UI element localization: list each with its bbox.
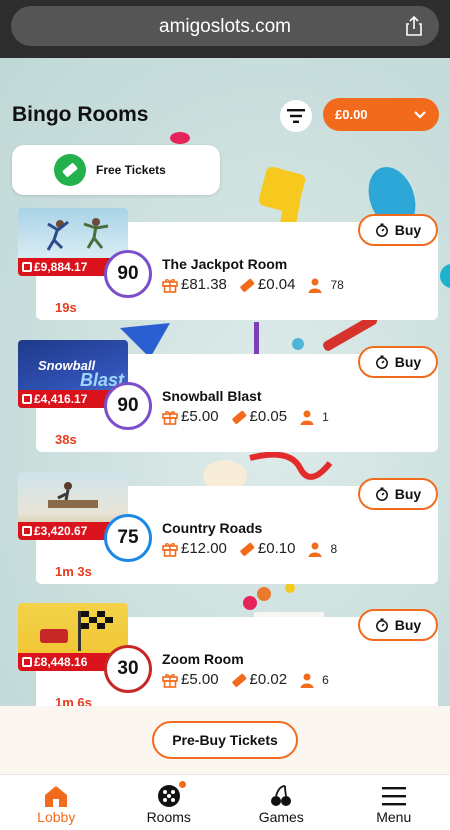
bingo-ball-badge: 75 [104, 514, 152, 562]
nav-menu[interactable]: Menu [338, 775, 450, 830]
room-name: Snowball Blast [162, 388, 262, 404]
player-count: 78 [330, 277, 344, 292]
room-stats: £5.00 £0.02 6 [162, 671, 341, 688]
buy-label: Buy [394, 354, 422, 370]
ticket-price-value: £0.02 [249, 671, 288, 688]
jackpot-value: £8,448.16 [34, 655, 88, 669]
room-name: Country Roads [162, 520, 263, 536]
nav-games[interactable]: Games [225, 775, 338, 830]
house-icon [45, 786, 68, 807]
jackpot-value: £9,884.17 [34, 260, 88, 274]
nav-rooms-label: Rooms [146, 809, 191, 825]
stopwatch-icon [375, 223, 388, 237]
hamburger-icon [381, 787, 406, 806]
buy-label: Buy [394, 617, 422, 633]
free-tickets-label: Free Tickets [96, 163, 166, 177]
room-stats: £5.00 £0.05 1 [162, 408, 341, 425]
share-icon[interactable] [403, 15, 425, 37]
buy-button[interactable]: Buy [358, 609, 438, 641]
filter-icon [287, 109, 305, 123]
room-name: The Jackpot Room [162, 256, 288, 272]
room-stats: £81.38 £0.04 78 [162, 276, 356, 293]
prize-value: £12.00 [181, 540, 227, 557]
ticket-price-icon [240, 278, 255, 292]
nav-menu-label: Menu [376, 809, 412, 825]
country-road-image [48, 482, 98, 508]
player-count: 1 [322, 409, 329, 424]
nav-games-label: Games [258, 809, 304, 825]
coin-icon [22, 394, 32, 404]
buy-label: Buy [394, 486, 422, 502]
nav-lobby[interactable]: Lobby [0, 775, 113, 830]
room-timer: 19s [55, 300, 77, 315]
room-snowball-blast[interactable]: Snowball Blast £4,416.17 38s 90 Snowball… [0, 340, 450, 460]
player-icon [308, 542, 322, 557]
prize-value: £81.38 [181, 276, 227, 293]
coin-icon [22, 262, 32, 272]
ticket-icon [54, 154, 86, 186]
chevron-down-icon [414, 111, 426, 119]
jackpot-value: £3,420.67 [34, 524, 88, 538]
prebuy-tickets-button[interactable]: Pre-Buy Tickets [152, 721, 298, 759]
room-zoom-room[interactable]: £8,448.16 1m 6s 30 Zoom Room £5.00 £0.02… [0, 603, 450, 723]
ticket-price-icon [231, 673, 246, 687]
room-name: Zoom Room [162, 651, 244, 667]
ticket-price-value: £0.04 [257, 276, 296, 293]
player-icon [308, 278, 322, 293]
stopwatch-icon [375, 487, 388, 501]
free-tickets-button[interactable]: Free Tickets [12, 145, 220, 195]
buy-button[interactable]: Buy [358, 346, 438, 378]
balance-dropdown[interactable]: £0.00 [323, 98, 439, 131]
address-bar[interactable]: amigoslots.com [11, 6, 439, 46]
ticket-price-icon [231, 410, 246, 424]
bottom-nav: Lobby Rooms Games Menu [0, 774, 450, 830]
jumping-people-image [46, 218, 109, 251]
cherries-icon [271, 785, 292, 806]
filter-button[interactable] [280, 100, 312, 132]
player-count: 8 [330, 541, 338, 556]
prebuy-bar: Pre-Buy Tickets [0, 706, 450, 774]
bingo-ball-badge: 30 [104, 645, 152, 693]
room-jackpot-room[interactable]: £9,884.17 19s 90 The Jackpot Room £81.38… [0, 208, 450, 328]
jackpot-value: £4,416.17 [34, 392, 88, 406]
room-timer: 38s [55, 432, 77, 447]
buy-button[interactable]: Buy [358, 214, 438, 246]
coin-icon [22, 657, 32, 667]
buy-label: Buy [394, 222, 422, 238]
room-timer: 1m 3s [55, 564, 92, 579]
balance-value: £0.00 [335, 107, 368, 122]
prize-value: £5.00 [181, 408, 219, 425]
stopwatch-icon [375, 618, 388, 632]
ticket-price-icon [240, 542, 255, 556]
gift-icon [162, 278, 178, 293]
buy-button[interactable]: Buy [358, 478, 438, 510]
browser-bar: amigoslots.com [0, 0, 450, 58]
racing-flag-image [40, 611, 113, 651]
page-title: Bingo Rooms [12, 103, 149, 126]
notification-dot [178, 781, 186, 788]
prize-value: £5.00 [181, 671, 219, 688]
bingo-ball-badge: 90 [104, 382, 152, 430]
ticket-price-value: £0.10 [257, 540, 296, 557]
coin-icon [22, 526, 32, 536]
room-country-roads[interactable]: £3,420.67 1m 3s 75 Country Roads £12.00 … [0, 472, 450, 592]
nav-rooms[interactable]: Rooms [113, 775, 226, 830]
bingo-ball-badge: 90 [104, 250, 152, 298]
player-count: 6 [322, 672, 329, 687]
nav-lobby-label: Lobby [37, 809, 76, 825]
url-text: amigoslots.com [159, 16, 291, 37]
gift-icon [162, 410, 178, 425]
room-stats: £12.00 £0.10 8 [162, 540, 349, 557]
player-icon [300, 410, 314, 425]
stopwatch-icon [375, 355, 388, 369]
gift-icon [162, 673, 178, 688]
bingo-ball-icon [157, 785, 180, 807]
player-icon [300, 673, 314, 688]
gift-icon [162, 542, 178, 557]
ticket-price-value: £0.05 [249, 408, 288, 425]
